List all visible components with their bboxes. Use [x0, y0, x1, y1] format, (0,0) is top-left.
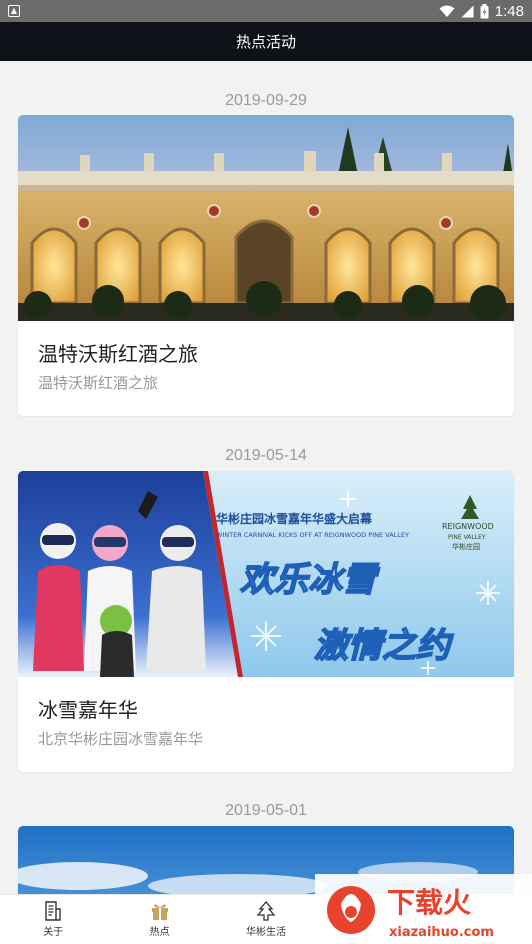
logo-cn: 华彬庄园 — [452, 542, 480, 551]
activity-card[interactable]: 华彬庄园冰雪嘉年华盛大启幕 WINTER CARNIVAL KICKS OFF … — [18, 471, 514, 772]
nav-item-hot[interactable]: 热点 — [106, 895, 212, 944]
card-subtitle: 北京华彬庄园冰雪嘉年华 — [38, 730, 204, 748]
cell-signal-icon — [461, 5, 474, 18]
document-icon — [45, 901, 61, 921]
wifi-icon — [439, 5, 455, 18]
nav-label: 热点 — [149, 927, 170, 938]
banner-headline: 华彬庄园冰雪嘉年华盛大启幕 — [216, 511, 373, 526]
banner-english: WINTER CARNIVAL KICKS OFF AT REIGNWOOD P… — [216, 531, 409, 539]
logo-name: REIGNWOOD — [442, 522, 494, 531]
status-left: ▲ — [8, 5, 20, 17]
card-body: 冰雪嘉年华 北京华彬庄园冰雪嘉年华 — [18, 677, 514, 749]
feed-date: 2019-09-29 — [225, 92, 307, 109]
card-body: 温特沃斯红酒之旅 温特沃斯红酒之旅 — [18, 321, 514, 393]
page-title: 热点活动 — [235, 33, 296, 51]
status-right: 1:48 — [439, 3, 524, 20]
winter-carnival-banner: 华彬庄园冰雪嘉年华盛大启幕 WINTER CARNIVAL KICKS OFF … — [18, 471, 514, 677]
activity-feed[interactable]: 2019-09-29 温特沃斯红酒之旅 温特沃斯红酒之旅 2019-05-14 … — [0, 61, 532, 894]
title-bar: 热点活动 — [0, 22, 532, 61]
nav-label: 华彬生活 — [245, 927, 286, 938]
nav-item-life[interactable]: 华彬生活 — [213, 895, 319, 944]
card-title: 冰雪嘉年华 — [38, 698, 138, 722]
battery-icon — [480, 3, 489, 19]
gift-icon — [151, 904, 168, 920]
android-notification-icon: ▲ — [8, 5, 20, 17]
logo-sub: PINE VALLEY — [448, 534, 486, 541]
card-title: 温特沃斯红酒之旅 — [38, 342, 198, 366]
card-subtitle: 温特沃斯红酒之旅 — [38, 374, 159, 392]
status-bar: ▲ 1:48 — [0, 0, 532, 22]
activity-card[interactable]: 温特沃斯红酒之旅 温特沃斯红酒之旅 — [18, 115, 514, 416]
feed-date: 2019-05-14 — [225, 447, 307, 464]
tree-icon — [256, 901, 276, 921]
banner-slogan-1: 欢乐冰雪 — [240, 560, 380, 600]
watermark-domain: xiazaihuo.com — [389, 925, 494, 940]
status-time: 1:48 — [494, 2, 524, 20]
banner-slogan-2: 激情之约 — [314, 626, 454, 666]
nav-item-about[interactable]: 关于 — [0, 895, 106, 944]
palace-building-photo — [18, 115, 514, 321]
watermark-brand: 下载火 — [387, 886, 471, 919]
feed-date: 2019-05-01 — [225, 802, 307, 819]
watermark: 下载火 xiazaihuo.com — [315, 874, 532, 944]
nav-label: 关于 — [43, 927, 64, 938]
